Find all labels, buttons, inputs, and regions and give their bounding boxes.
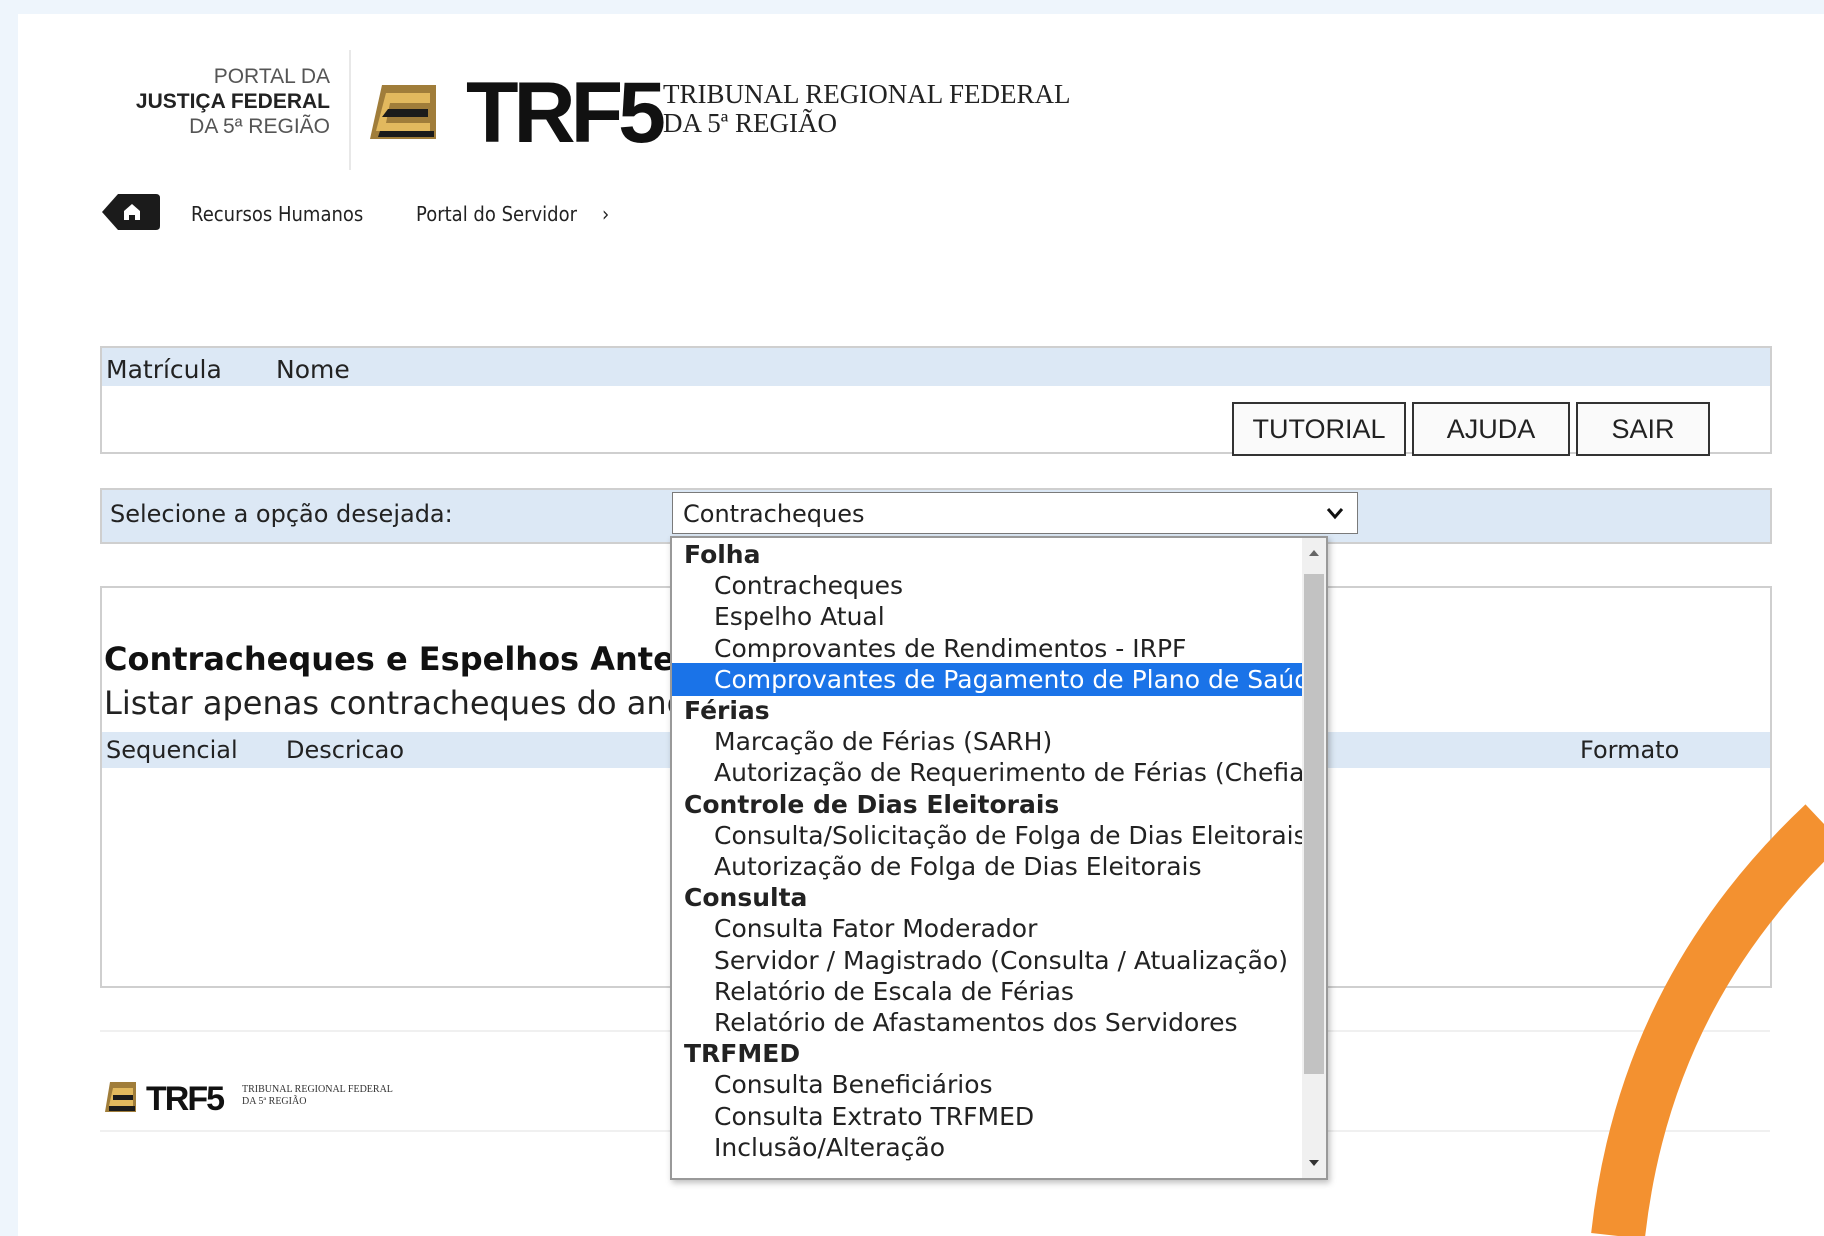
page-canvas: PORTAL DA JUSTIÇA FEDERAL DA 5ª REGIÃO T… <box>18 14 1824 1236</box>
dropdown-group-label: Controle de Dias Eleitorais <box>684 789 1060 819</box>
sair-button[interactable]: SAIR <box>1576 402 1710 456</box>
footer-trf5-logo: TRF5 TRIBUNAL REGIONAL FEDERAL DA 5ª REG… <box>105 1080 393 1114</box>
breadcrumb-separator: › <box>602 202 610 226</box>
trf5-logo-text: TRF5 <box>466 65 666 161</box>
dropdown-option[interactable]: Consulta Extrato TRFMED <box>672 1100 1326 1133</box>
breadcrumb-portal-servidor[interactable]: Portal do Servidor <box>416 202 577 226</box>
tribunal-line2: DA 5ª REGIÃO <box>663 108 837 138</box>
breadcrumb-recursos-humanos[interactable]: Recursos Humanos <box>191 202 363 226</box>
dropdown-option[interactable]: Relatório de Afastamentos dos Servidores <box>672 1006 1326 1039</box>
col-formato: Formato <box>1580 736 1680 764</box>
user-info-panel: Matrícula Nome TUTORIAL AJUDA SAIR <box>100 346 1772 456</box>
home-icon[interactable] <box>100 192 162 232</box>
dropdown-option[interactable]: Autorização de Requerimento de Férias (C… <box>672 756 1326 789</box>
dropdown-option[interactable]: Consulta/Solicitação de Folga de Dias El… <box>672 819 1326 852</box>
option-select-value: Contracheques <box>683 500 865 528</box>
chevron-down-icon <box>1326 508 1344 520</box>
dropdown-option[interactable]: Consulta Fator Moderador <box>672 912 1326 945</box>
dropdown-scrollbar[interactable] <box>1302 538 1326 1178</box>
dropdown-option[interactable]: Consulta Beneficiários <box>672 1068 1326 1101</box>
dropdown-option[interactable]: Marcação de Férias (SARH) <box>672 725 1326 758</box>
dropdown-option[interactable]: Relatório de Escala de Férias <box>672 975 1326 1008</box>
trf5-logo-mark <box>370 85 436 139</box>
dropdown-option[interactable]: Contracheques <box>672 569 1326 602</box>
scroll-down-icon[interactable] <box>1307 1156 1321 1170</box>
scrollbar-thumb[interactable] <box>1304 574 1324 1074</box>
dropdown-option[interactable]: Servidor / Magistrado (Consulta / Atuali… <box>672 944 1326 977</box>
dropdown-group-label: Consulta <box>684 883 808 913</box>
portal-line1: PORTAL DA <box>213 65 330 88</box>
decorative-orange-arc <box>1591 804 1824 1236</box>
scroll-up-icon[interactable] <box>1307 546 1321 560</box>
portal-justica-logo[interactable]: PORTAL DA JUSTIÇA FEDERAL DA 5ª REGIÃO <box>100 64 330 139</box>
option-select[interactable]: Contracheques <box>672 492 1358 534</box>
col-descricao: Descricao <box>286 736 405 764</box>
contracheques-title: Contracheques e Espelhos Anterio <box>104 640 724 678</box>
tutorial-button[interactable]: TUTORIAL <box>1232 402 1406 456</box>
nome-label: Nome <box>276 355 350 384</box>
footer-tribunal-line2: DA 5ª REGIÃO <box>242 1095 306 1107</box>
contracheques-subtitle: Listar apenas contracheques do ano de <box>104 684 737 722</box>
selector-label: Selecione a opção desejada: <box>110 500 453 528</box>
header-divider <box>349 50 351 170</box>
matricula-label: Matrícula <box>106 355 222 384</box>
dropdown-option[interactable]: Comprovantes de Rendimentos - IRPF <box>672 632 1326 665</box>
dropdown-option[interactable]: Autorização de Folga de Dias Eleitorais <box>672 850 1326 883</box>
dropdown-option[interactable]: Inclusão/Alteração <box>672 1131 1326 1164</box>
col-sequencial: Sequencial <box>106 736 238 764</box>
dropdown-option[interactable]: Espelho Atual <box>672 600 1326 633</box>
portal-line3: DA 5ª REGIÃO <box>189 115 330 138</box>
user-info-header: Matrícula Nome <box>102 348 1770 386</box>
dropdown-group-label: TRFMED <box>684 1039 801 1069</box>
footer-logo-text: TRF5 <box>146 1080 224 1114</box>
portal-line2: JUSTIÇA FEDERAL <box>135 90 330 113</box>
dropdown-group-label: Folha <box>684 540 761 569</box>
dropdown-option[interactable]: Comprovantes de Pagamento de Plano de Sa… <box>672 662 1326 696</box>
footer-tribunal-line1: TRIBUNAL REGIONAL FEDERAL <box>242 1084 393 1095</box>
option-dropdown-list[interactable]: Folha Contracheques Espelho Atual Comprovan… <box>670 536 1328 1180</box>
ajuda-button[interactable]: AJUDA <box>1412 402 1570 456</box>
tribunal-title: TRIBUNAL REGIONAL FEDERAL DA 5ª REGIÃO <box>663 80 1070 138</box>
dropdown-group-label: Férias <box>684 696 770 725</box>
tribunal-line1: TRIBUNAL REGIONAL FEDERAL <box>663 79 1071 109</box>
